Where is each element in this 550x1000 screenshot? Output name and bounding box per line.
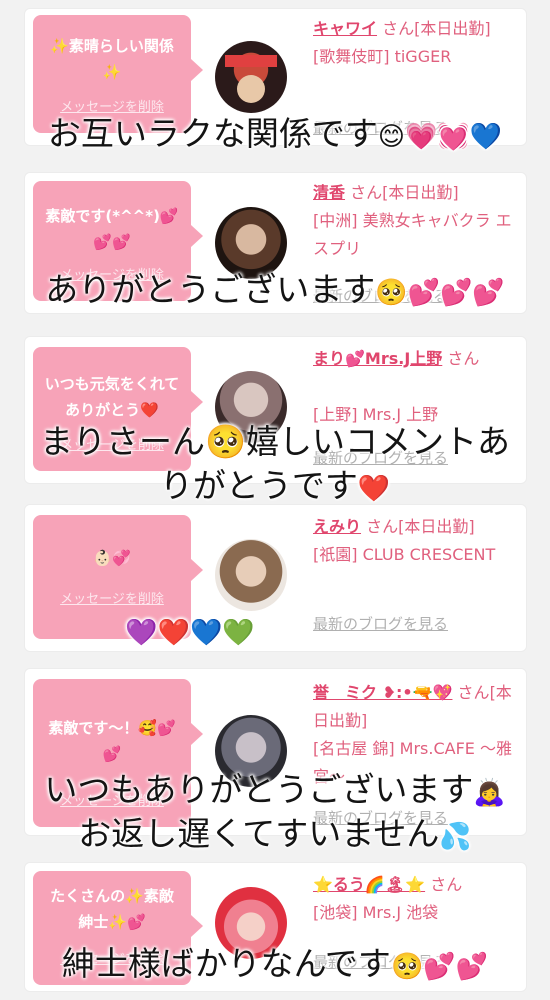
caption-text: お互いラクな関係です: [47, 114, 378, 153]
cast-name-link[interactable]: まり💕Mrs.J上野: [313, 349, 442, 368]
cast-name-link[interactable]: 清香: [313, 183, 345, 202]
cast-info: キャワイ さん[本日出勤] [歌舞伎町] tiGGER: [313, 15, 516, 71]
delete-message-link[interactable]: メッセージを削除: [33, 96, 191, 115]
blog-link[interactable]: 最新のブログを見る: [313, 613, 448, 634]
bubble-message: いつも元気をくれてありがとう❤️: [44, 375, 180, 419]
avatar-image: [225, 55, 277, 103]
cast-info: まり💕Mrs.J上野 さん [上野] Mrs.J 上野: [313, 345, 516, 429]
caption-overlay: まりさーん🥺嬉しいコメントあ: [0, 422, 550, 465]
caption-text: お返し遅くてすいません: [78, 814, 440, 853]
delete-message-link[interactable]: メッセージを削除: [33, 588, 191, 607]
honorific: さん: [447, 349, 480, 368]
honorific: さん: [366, 517, 399, 536]
caption-emoji: 💦: [439, 822, 472, 852]
cast-name-link[interactable]: ⭐️るう🌈🏝⭐️: [313, 875, 425, 894]
cast-name-link[interactable]: 誉 ミク ❥:•🔫💖: [313, 683, 452, 702]
caption-emoji: 🥺💕💕💕: [375, 278, 505, 308]
caption-emoji: ❤️: [357, 474, 391, 504]
bubble-message: ✨素晴らしい関係✨: [50, 37, 174, 81]
caption-overlay: りがとうです❤️: [0, 466, 550, 509]
caption-overlay: お返し遅くてすいません💦: [0, 814, 550, 857]
honorific: さん: [350, 183, 383, 202]
caption-text: まりさーん🥺嬉しいコメントあ: [39, 422, 511, 461]
cast-info: ⭐️るう🌈🏝⭐️ さん [池袋] Mrs.J 池袋: [313, 871, 516, 927]
work-status: [本日出勤]: [414, 19, 491, 38]
bubble-message: 👶🏻💞: [93, 549, 131, 567]
bubble-message: たくさんの✨素敵紳士✨💕: [50, 887, 174, 931]
cast-name-link[interactable]: えみり: [313, 517, 361, 536]
shop-name[interactable]: [池袋] Mrs.J 池袋: [313, 903, 438, 922]
caption-text: ありがとうございます: [45, 270, 376, 309]
caption-overlay: 💜❤️💙💚: [90, 610, 290, 653]
caption-emoji: 💜❤️💙💚: [125, 618, 255, 648]
caption-overlay: ありがとうございます🥺💕💕💕: [0, 270, 550, 313]
cast-info: えみり さん[本日出勤] [祇園] CLUB CRESCENT: [313, 513, 516, 569]
bubble-message: 素敵です(*^^*)💕💕💕: [45, 207, 179, 251]
honorific: さん: [382, 19, 415, 38]
caption-text: いつもありがとうございます: [44, 770, 474, 809]
honorific: さん: [430, 875, 463, 894]
caption-overlay: いつもありがとうございます🙇‍♀️: [0, 770, 550, 813]
caption-emoji: 🥺💕💕: [390, 952, 489, 982]
caption-overlay: 紳士様ばかりなんです🥺💕💕: [0, 944, 550, 987]
work-status: [本日出勤]: [398, 517, 475, 536]
avatar[interactable]: [215, 539, 287, 611]
cast-info: 清香 さん[本日出勤] [中洲] 美熟女キャバクラ エスプリ: [313, 179, 516, 263]
caption-emoji: 😊💗💓💙: [377, 122, 503, 152]
avatar[interactable]: [215, 41, 287, 113]
caption-emoji: 🙇‍♀️: [473, 778, 506, 808]
avatar[interactable]: [215, 207, 287, 279]
work-status: [本日出勤]: [382, 183, 459, 202]
shop-name[interactable]: [中洲] 美熟女キャバクラ エスプリ: [313, 211, 512, 258]
caption-text: 紳士様ばかりなんです: [61, 944, 391, 983]
bubble-message: 素敵です〜！🥰💕💕: [48, 719, 176, 763]
caption-overlay: お互いラクな関係です😊💗💓💙: [0, 114, 550, 157]
cast-name-link[interactable]: キャワイ: [313, 19, 377, 38]
honorific: さん: [457, 683, 490, 702]
shop-name[interactable]: [歌舞伎町] tiGGER: [313, 47, 451, 66]
caption-text: りがとうです: [159, 466, 358, 505]
shop-name[interactable]: [祇園] CLUB CRESCENT: [313, 545, 495, 564]
